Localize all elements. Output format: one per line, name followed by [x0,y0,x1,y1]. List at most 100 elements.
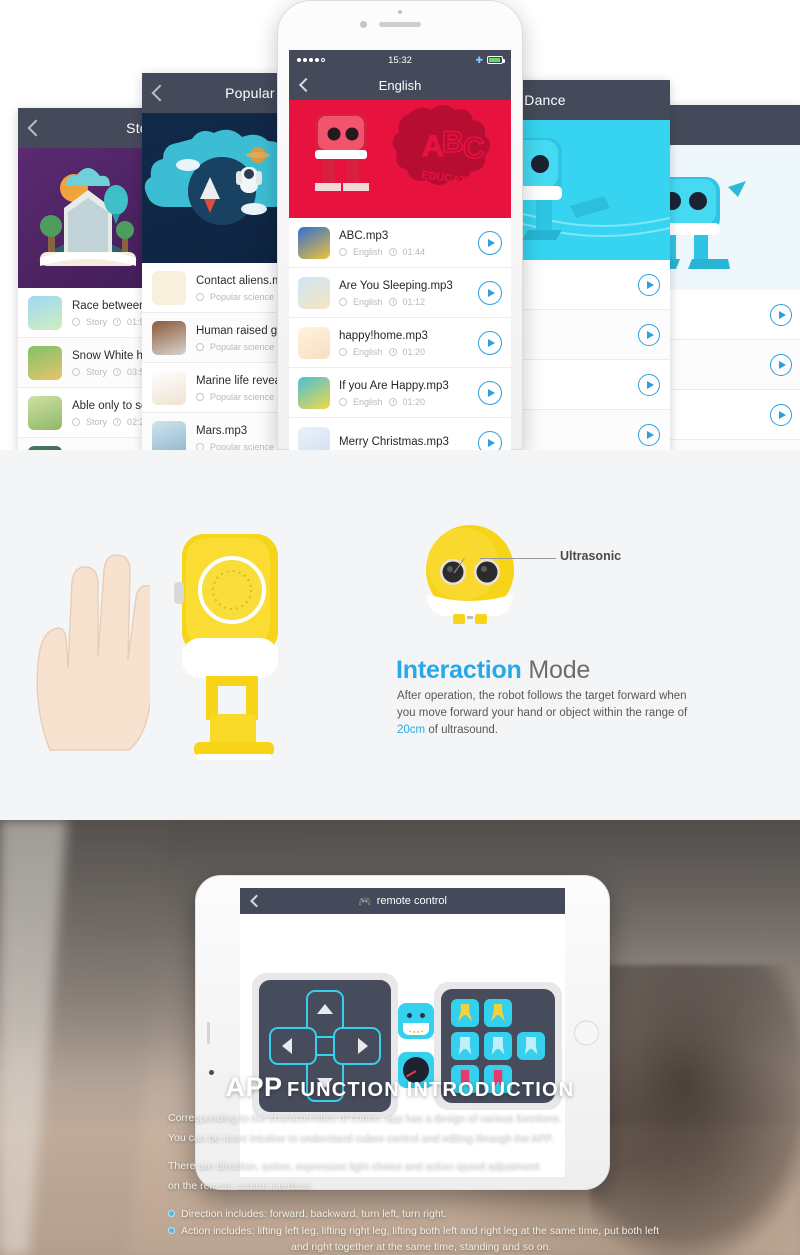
table-row[interactable]: ABC.mp3 English 01:44 [289,218,511,268]
track-thumbnail [152,370,186,405]
track-category: English [353,396,383,407]
category-icon [339,397,347,406]
english-track-list: ABC.mp3 English 01:44 Are You Sleeping.m… [289,218,511,450]
remote-control-title: remote control [376,895,447,907]
home-button[interactable] [574,1020,599,1045]
track-category: English [353,296,383,307]
clock-icon [113,367,122,376]
table-row[interactable]: If you Are Happy.mp3 English 01:20 [289,368,511,418]
play-button[interactable] [770,303,792,326]
track-thumbnail [298,426,330,450]
track-category: Popular science [210,391,275,402]
track-category: Popular science [210,341,275,352]
track-thumbnail [28,395,62,430]
play-button[interactable] [478,230,502,255]
arrow-up-icon [317,1003,333,1014]
track-duration: 01:12 [402,296,426,307]
play-button[interactable] [638,323,660,346]
phone-nav-bar: English [289,70,511,100]
robot-face-icon[interactable] [398,1003,434,1039]
track-name: Merry Christmas.mp3 [339,436,449,448]
front-camera-icon [360,21,367,28]
dpad-right-button[interactable] [333,1026,381,1065]
hand-illustration [20,502,160,752]
track-thumbnail [28,445,62,450]
play-button[interactable] [770,403,792,426]
battery-icon [487,56,505,64]
play-button[interactable] [478,330,502,355]
play-button[interactable] [478,280,502,305]
interaction-mode-description: After operation, the robot follows the t… [397,688,702,739]
ultrasonic-callout-label: Ultrasonic [560,549,622,563]
play-button[interactable] [478,380,502,405]
clock-icon [388,297,397,306]
dpad-left-button[interactable] [269,1026,317,1065]
bullet-dot-icon [168,1210,175,1217]
track-name: happy!home.mp3 [339,329,428,342]
bullet-text: Action includes: lifting left leg, lifti… [181,1225,660,1237]
action-blue-3-icon[interactable] [517,1031,545,1060]
robot-side-view [150,528,330,768]
track-category: English [353,246,383,257]
category-icon [339,247,347,256]
english-hero-banner: A B C EDUCATION [289,100,511,218]
bullet-text: Direction includes: forward, backward, t… [181,1208,447,1220]
category-icon [196,292,204,301]
track-duration: 01:20 [402,346,426,357]
track-thumbnail [298,326,330,359]
action-blue-2-icon[interactable] [484,1031,512,1060]
list-item: Direction includes: forward, backward, t… [168,1206,688,1222]
product-page: Story [0,0,800,1255]
app-title-big: APP [225,1072,283,1102]
callout-line [480,558,556,559]
page-title: English [378,77,422,93]
table-row[interactable]: Merry Christmas.mp3 [289,418,511,450]
table-row[interactable]: happy!home.mp3 English 01:20 [289,318,511,368]
app-category-screens-section: Story [0,0,800,450]
track-category: Story [86,366,108,377]
bullet-dot-icon [168,1227,175,1234]
track-thumbnail [298,226,330,259]
action-blue-1-icon[interactable] [451,1031,479,1060]
svg-text:A: A [422,130,444,163]
action-yellow-1-icon[interactable] [451,998,479,1027]
clock-icon [388,397,397,406]
play-button[interactable] [770,353,792,376]
track-category: Popular science [210,441,275,451]
category-icon [196,342,204,351]
table-row[interactable]: Are You Sleeping.mp3 English 01:12 [289,268,511,318]
play-button[interactable] [638,423,660,446]
category-icon [72,317,80,326]
play-button[interactable] [638,373,660,396]
interaction-desc-part1: After operation, the robot follows the t… [397,690,688,719]
track-category: Story [86,416,108,427]
play-button[interactable] [478,430,502,450]
interaction-desc-highlight: 20cm [397,724,426,736]
interaction-title-gray: Mode [528,656,591,684]
action-yellow-2-icon[interactable] [484,998,512,1027]
track-thumbnail [298,276,330,309]
interaction-title-blue: Interaction [396,656,522,684]
status-time: 15:32 [388,54,412,66]
clock-icon [113,417,122,426]
app-title-small: FUNCTION INTRODUCTION [287,1079,575,1101]
category-icon [339,347,347,356]
track-thumbnail [28,295,62,330]
gamepad-icon: 🎮 [357,895,372,908]
clock-icon [113,317,122,326]
paragraph-1-line-1: Corresponding to the characteristics of … [168,1112,562,1124]
interaction-desc-part2: of ultrasound. [425,724,499,736]
arrow-right-icon [358,1037,368,1054]
track-thumbnail [152,420,186,450]
track-thumbnail [298,376,330,409]
paragraph-1-line-2: You can be more intuitive to understand … [168,1132,554,1144]
phone-screen: 15:32 ✚ English A B C EDUCATION ABC.mp3 … [289,50,511,450]
chevron-left-icon[interactable] [298,77,314,93]
chevron-left-icon[interactable] [250,894,263,908]
play-button[interactable] [638,273,660,296]
category-icon [196,392,204,401]
category-icon [196,442,204,450]
track-thumbnail [152,270,186,305]
